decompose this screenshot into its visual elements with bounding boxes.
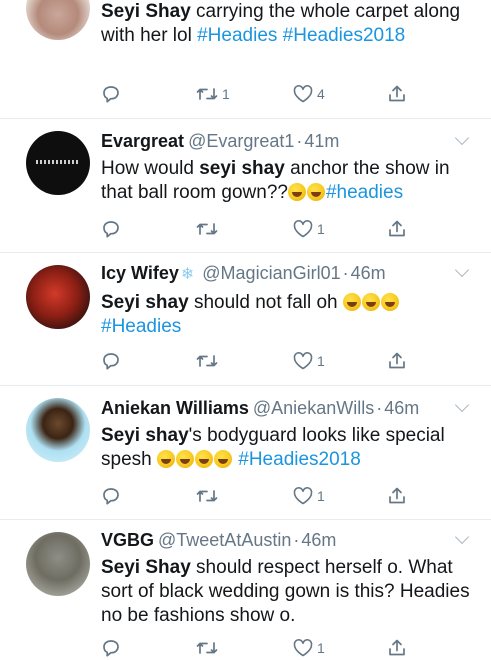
tweet-actions: 1 [0, 486, 491, 506]
reply-icon [103, 86, 119, 103]
avatar[interactable] [26, 398, 90, 462]
tweet[interactable]: Icy Wifey ❄ @MagicianGirl01 · 46m Seyi shay … [0, 253, 491, 386]
hashtag[interactable]: #headies [326, 182, 403, 203]
reply-button[interactable] [101, 351, 121, 371]
reply-button[interactable] [101, 486, 121, 506]
hashtag[interactable]: #Headies [101, 316, 181, 337]
laughing-emoji [156, 449, 233, 470]
laughing-emoji [287, 182, 326, 203]
retweet-button[interactable] [195, 638, 219, 658]
display-name[interactable]: Icy Wifey [101, 263, 179, 283]
tweet-header: VGBG @TweetAtAustin · 46m [101, 530, 337, 550]
like-button[interactable]: 1 [292, 219, 325, 239]
reply-button[interactable] [101, 84, 124, 104]
tweet-header: Icy Wifey ❄ @MagicianGirl01 · 46m [101, 263, 386, 283]
like-button[interactable]: 1 [292, 486, 325, 506]
retweet-icon [196, 223, 218, 235]
share-icon [389, 85, 405, 102]
tweet-actions: 1 [0, 219, 491, 239]
like-icon [293, 352, 313, 370]
tweet-text-mention[interactable]: Seyi Shay [101, 1, 191, 22]
share-icon [389, 487, 405, 504]
like-icon [293, 85, 313, 103]
share-button[interactable] [387, 219, 407, 239]
share-button[interactable] [387, 638, 407, 658]
reply-button[interactable] [101, 638, 121, 658]
retweet-button[interactable] [195, 351, 219, 371]
timestamp[interactable]: 46m [384, 398, 419, 418]
like-icon [293, 220, 313, 238]
share-icon [389, 639, 405, 656]
laughing-emoji [342, 292, 400, 313]
retweet-button[interactable] [195, 219, 219, 239]
retweet-icon [196, 88, 218, 100]
reply-button[interactable] [101, 219, 121, 239]
tweet-text: Seyi shay should not fall oh #Headies [101, 291, 477, 339]
display-name[interactable]: VGBG [101, 530, 154, 550]
reply-icon [103, 640, 119, 657]
tweet-actions: 1 4 [0, 84, 491, 104]
like-icon [293, 639, 313, 657]
handle[interactable]: @AniekanWills [253, 398, 374, 418]
tweet[interactable]: VGBG @TweetAtAustin · 46m Seyi Shay should … [0, 520, 491, 660]
share-button[interactable] [387, 351, 407, 371]
like-icon [293, 487, 313, 505]
tweet-header: Aniekan Williams @AniekanWills · 46m [101, 398, 420, 418]
avatar[interactable] [26, 532, 90, 596]
retweet-icon [196, 490, 218, 502]
retweet-icon [196, 355, 218, 367]
timestamp[interactable]: 41m [304, 131, 339, 151]
reply-icon [103, 221, 119, 238]
like-button[interactable]: 4 [292, 84, 325, 104]
handle[interactable]: @Evargreat1 [188, 131, 294, 151]
like-button[interactable]: 1 [292, 638, 325, 658]
hashtag[interactable]: #Headies [197, 25, 277, 46]
tweet[interactable]: Aniekan Williams @AniekanWills · 46m Seyi s… [0, 386, 491, 520]
timestamp[interactable]: 46m [301, 530, 336, 550]
share-button[interactable] [387, 486, 407, 506]
share-button[interactable] [387, 84, 407, 104]
tweet-header: Evargreat @Evargreat1 · 41m [101, 131, 340, 151]
share-icon [389, 220, 405, 237]
handle[interactable]: @MagicianGirl01 [202, 263, 340, 283]
tweet-actions: 1 [0, 351, 491, 371]
tweet-actions: 1 [0, 638, 491, 658]
display-name[interactable]: Aniekan Williams [101, 398, 249, 418]
display-name[interactable]: Evargreat [101, 131, 184, 151]
avatar[interactable] [26, 265, 90, 329]
reply-icon [103, 353, 119, 370]
hashtag[interactable]: #Headies2018 [238, 449, 361, 470]
tweet-text: How would seyi shay anchor the show in t… [101, 158, 450, 203]
snowflake-icon: ❄ [180, 266, 195, 283]
handle[interactable]: @TweetAtAustin [158, 530, 291, 550]
retweet-icon [196, 642, 218, 654]
tweet-text: Seyi Shay should respect herself o. What… [101, 557, 470, 626]
timestamp[interactable]: 46m [351, 263, 386, 283]
tweet[interactable]: Evargreat @Evargreat1 · 41m How would seyi … [0, 119, 491, 253]
avatar-logo-text [36, 160, 80, 164]
hashtag[interactable]: #Headies2018 [283, 25, 406, 46]
avatar[interactable] [26, 131, 90, 195]
retweet-button[interactable]: 1 [195, 84, 230, 104]
tweet-text: Seyi shay's bodyguard looks like special… [101, 425, 445, 470]
avatar[interactable] [26, 0, 90, 40]
tweet[interactable]: Seyi Shay carrying the whole carpet alon… [0, 0, 491, 119]
like-button[interactable]: 1 [292, 351, 325, 371]
tweet-text: Seyi Shay carrying the whole carpet alon… [101, 1, 461, 46]
retweet-button[interactable] [195, 486, 219, 506]
reply-icon [103, 488, 119, 505]
share-icon [389, 352, 405, 369]
